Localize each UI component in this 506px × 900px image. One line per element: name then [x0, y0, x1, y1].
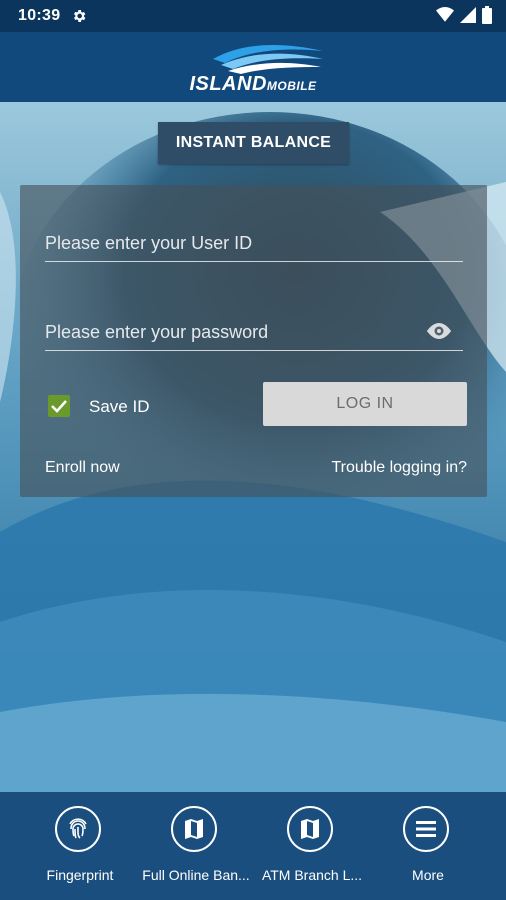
login-button[interactable]: LOG IN [263, 382, 467, 426]
wifi-icon [436, 7, 454, 22]
password-placeholder: Please enter your password [45, 321, 269, 342]
user-id-placeholder: Please enter your User ID [45, 232, 253, 253]
nav-fingerprint[interactable]: Fingerprint [17, 792, 143, 900]
password-field[interactable]: Please enter your password [45, 314, 463, 351]
nav-label-atm-branch-locator: ATM Branch L... [261, 867, 363, 883]
user-id-field[interactable]: Please enter your User ID [45, 225, 463, 262]
nav-label-fingerprint: Fingerprint [46, 867, 114, 883]
bottom-nav: Fingerprint Full Online Ban... ATM Branc… [0, 792, 506, 900]
instant-balance-button[interactable]: INSTANT BALANCE [158, 122, 349, 164]
nav-atm-branch-locator[interactable]: ATM Branch L... [249, 792, 375, 900]
signal-icon [460, 7, 476, 23]
fingerprint-icon [55, 806, 101, 852]
login-card: Please enter your User ID Please enter y… [20, 185, 487, 497]
save-id-checkbox[interactable] [48, 395, 70, 417]
trouble-logging-in-link[interactable]: Trouble logging in? [332, 459, 468, 477]
app-header: ISLANDMOBILE [0, 32, 506, 102]
enroll-now-link[interactable]: Enroll now [45, 459, 120, 477]
menu-icon [403, 806, 449, 852]
gear-icon [70, 7, 88, 25]
logo-text: ISLANDMOBILE [189, 73, 317, 95]
map-icon [171, 806, 217, 852]
nav-label-full-online-banking: Full Online Ban... [142, 867, 250, 883]
map-icon [287, 806, 333, 852]
nav-more[interactable]: More [365, 792, 491, 900]
nav-label-more: More [412, 867, 444, 883]
save-id-label: Save ID [89, 397, 150, 416]
status-time: 10:39 [18, 7, 61, 24]
status-icons [436, 6, 492, 24]
island-mobile-logo: ISLANDMOBILE [173, 37, 333, 97]
battery-icon [482, 6, 492, 24]
show-password-icon[interactable] [425, 322, 453, 340]
nav-full-online-banking[interactable]: Full Online Ban... [133, 792, 259, 900]
status-bar: 10:39 [0, 0, 506, 32]
